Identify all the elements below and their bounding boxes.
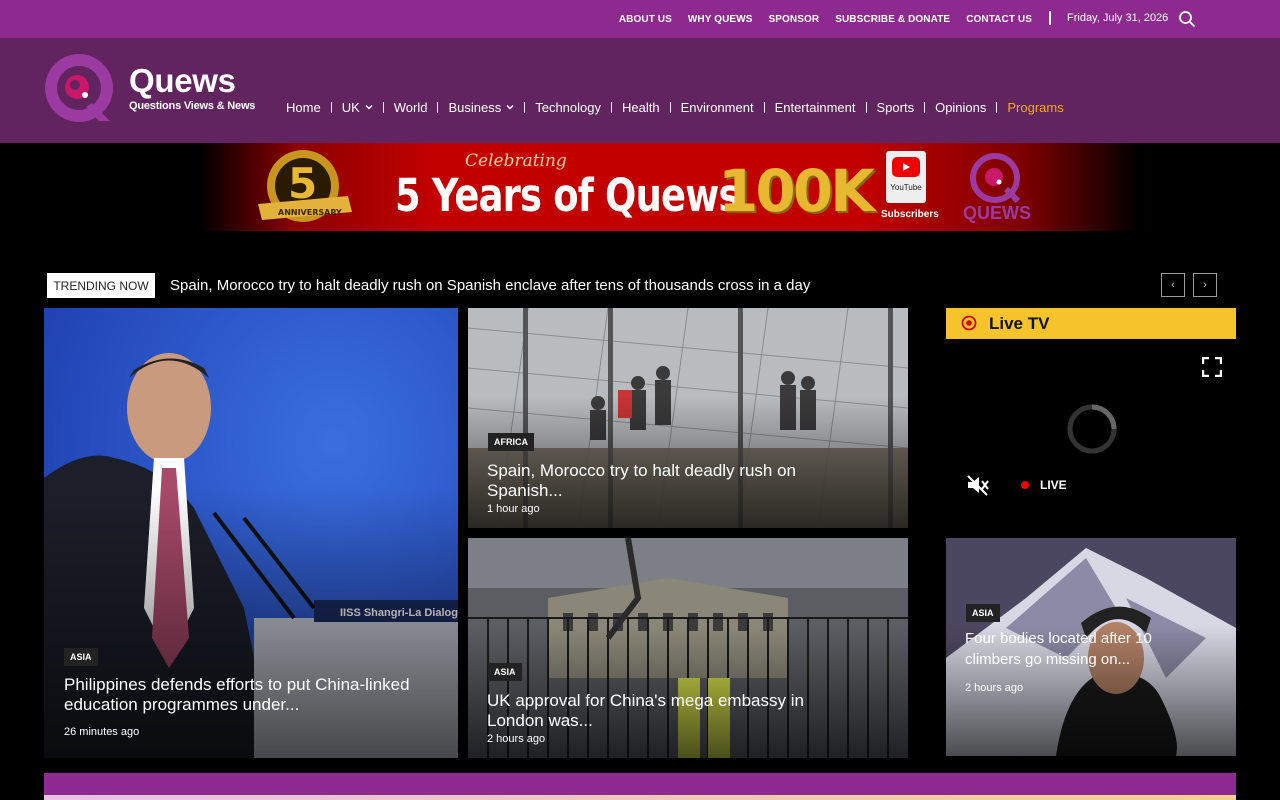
- chevron-down-icon: [365, 105, 373, 110]
- nav-sports[interactable]: Sports: [877, 100, 915, 115]
- nav-entertainment[interactable]: Entertainment: [775, 100, 856, 115]
- live-video-player[interactable]: LIVE: [946, 339, 1236, 521]
- live-tv-header: Live TV: [946, 308, 1236, 339]
- nav-divider: [996, 101, 998, 113]
- main-nav: Home UK World Business Technology Health…: [286, 98, 1064, 116]
- article-headline[interactable]: Spain, Morocco try to halt deadly rush o…: [487, 461, 807, 501]
- mute-icon[interactable]: [966, 474, 990, 496]
- category-badge[interactable]: ASIA: [966, 604, 1000, 622]
- search-icon[interactable]: [1178, 10, 1196, 28]
- banner-subscribers: Subscribers: [881, 209, 939, 220]
- live-tv-title: Live TV: [989, 314, 1050, 333]
- category-badge[interactable]: ASIA: [64, 648, 98, 666]
- about-us-link[interactable]: ABOUT US: [619, 14, 672, 25]
- article-headline[interactable]: UK approval for China's mega embassy in …: [487, 691, 817, 731]
- article-time: 2 hours ago: [965, 682, 1024, 694]
- brand[interactable]: Quews Questions Views & News: [129, 62, 255, 112]
- loading-spinner-icon: [1067, 404, 1117, 454]
- site-header: Quews Questions Views & News Home UK Wor…: [0, 38, 1280, 143]
- nav-technology[interactable]: Technology: [535, 100, 601, 115]
- live-broadcast-icon: [961, 315, 977, 331]
- svg-text:ANNIVERSARY: ANNIVERSARY: [278, 208, 342, 217]
- nav-business-label: Business: [448, 99, 502, 115]
- youtube-label: YouTube: [890, 183, 922, 192]
- image-overlay: [44, 488, 458, 758]
- top-links: ABOUT US WHY QUEWS SPONSOR SUBSCRIBE & D…: [619, 0, 1032, 38]
- nav-divider: [865, 101, 867, 113]
- top-bar: ABOUT US WHY QUEWS SPONSOR SUBSCRIBE & D…: [0, 0, 1280, 38]
- article-headline[interactable]: Four bodies located after 10 climbers go…: [965, 628, 1195, 670]
- banner-milestone: 100K: [718, 157, 875, 225]
- section-bar: [44, 773, 1236, 795]
- nav-divider: [924, 101, 926, 113]
- brand-tagline: Questions Views & News: [129, 100, 256, 112]
- live-status: LIVE: [1040, 478, 1067, 492]
- article-headline[interactable]: Philippines defends efforts to put China…: [64, 675, 434, 715]
- nav-divider: [763, 101, 765, 113]
- why-quews-link[interactable]: WHY QUEWS: [688, 14, 753, 25]
- article-card[interactable]: ASIA Four bodies located after 10 climbe…: [946, 538, 1236, 756]
- brand-name: Quews: [129, 62, 236, 99]
- section-strip: [44, 795, 1236, 800]
- banner-celebrating: Celebrating: [465, 151, 567, 171]
- nav-uk[interactable]: UK: [342, 100, 373, 115]
- anniversary-banner[interactable]: 5 ANNIVERSARY Celebrating 5 Years of Que…: [0, 143, 1280, 231]
- trending-prev-button[interactable]: ‹: [1161, 273, 1185, 297]
- article-card[interactable]: ASIA UK approval for China's mega embass…: [468, 538, 908, 758]
- nav-divider: [330, 101, 332, 113]
- nav-health[interactable]: Health: [622, 100, 660, 115]
- quews-logo-icon[interactable]: [44, 53, 114, 123]
- nav-programs[interactable]: Programs: [1007, 100, 1063, 115]
- nav-business[interactable]: Business: [448, 100, 514, 115]
- banner-brand: QUEWS: [963, 203, 1032, 223]
- nav-home[interactable]: Home: [286, 100, 321, 115]
- nav-divider: [611, 101, 612, 113]
- quews-logo-icon: [970, 153, 1020, 203]
- trending-headline[interactable]: Spain, Morocco try to halt deadly rush o…: [170, 277, 810, 294]
- article-time: 1 hour ago: [487, 503, 540, 515]
- trending-next-button[interactable]: ›: [1193, 273, 1217, 297]
- article-time: 2 hours ago: [487, 733, 546, 745]
- fullscreen-icon[interactable]: [1202, 357, 1222, 377]
- article-time: 26 minutes ago: [64, 726, 140, 738]
- subscribe-donate-link[interactable]: SUBSCRIBE & DONATE: [835, 14, 950, 25]
- svg-text:5: 5: [288, 159, 317, 208]
- article-card[interactable]: AFRICA Spain, Morocco try to halt deadly…: [468, 308, 908, 528]
- nav-divider: [437, 101, 439, 113]
- nav-environment[interactable]: Environment: [681, 100, 754, 115]
- category-badge[interactable]: ASIA: [488, 663, 522, 681]
- divider: [1049, 11, 1051, 25]
- article-card[interactable]: IISS Shangri-La Dialogue ASIA Philippine…: [44, 308, 458, 758]
- nav-world[interactable]: World: [394, 100, 428, 115]
- live-indicator-dot: [1021, 481, 1029, 489]
- category-badge[interactable]: AFRICA: [488, 433, 534, 451]
- contact-us-link[interactable]: CONTACT US: [966, 14, 1032, 25]
- nav-divider: [669, 101, 671, 113]
- banner-artwork: 5 ANNIVERSARY Celebrating 5 Years of Que…: [200, 143, 1140, 231]
- current-date: Friday, July 31, 2026: [1067, 12, 1169, 24]
- nav-divider: [524, 101, 526, 113]
- nav-opinions[interactable]: Opinions: [935, 100, 986, 115]
- nav-uk-label: UK: [341, 99, 360, 115]
- trending-now-label: TRENDING NOW: [47, 273, 155, 298]
- nav-divider: [382, 101, 384, 113]
- sponsor-link[interactable]: SPONSOR: [769, 14, 820, 25]
- youtube-play-icon: [892, 157, 920, 177]
- anniversary-badge-icon: 5 ANNIVERSARY: [258, 150, 352, 222]
- chevron-down-icon: [506, 105, 514, 110]
- youtube-icon: YouTube: [886, 151, 926, 203]
- banner-headline: 5 Years of Quews: [395, 169, 740, 222]
